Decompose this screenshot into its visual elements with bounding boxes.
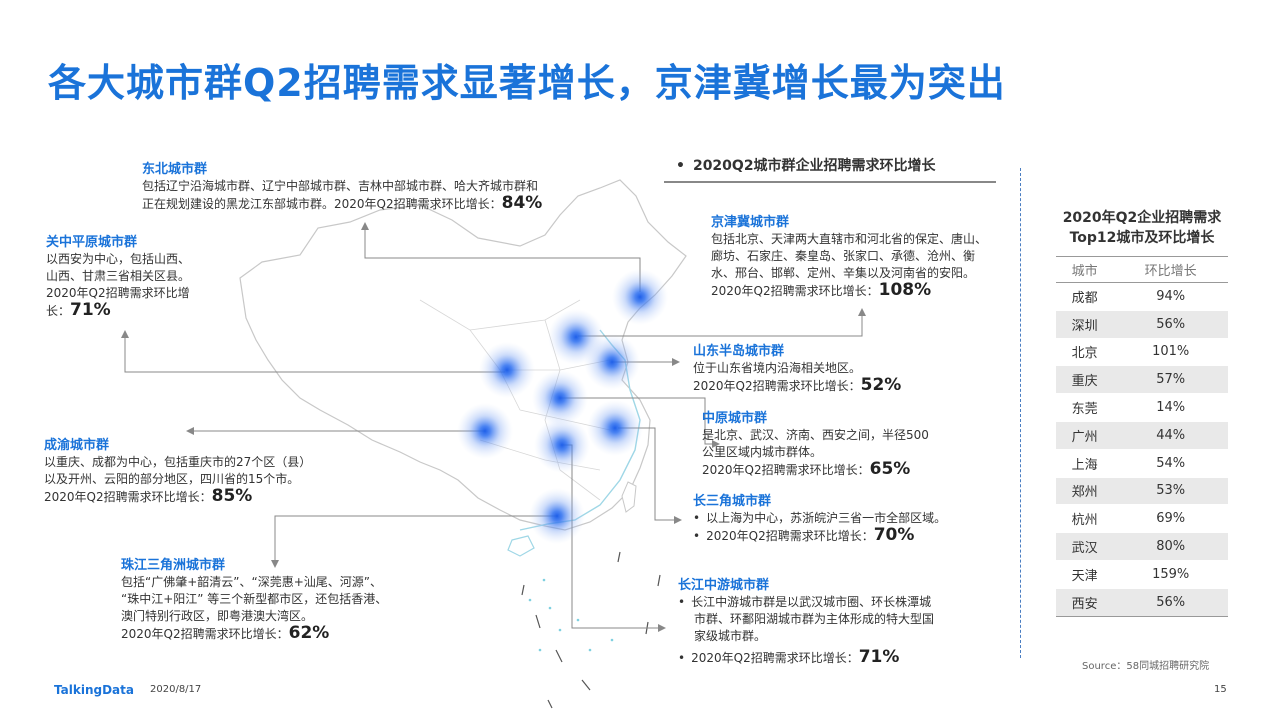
- region-pct: 65%: [869, 459, 911, 479]
- table-row: 广州 44%: [1056, 421, 1228, 450]
- cell-city: 广州: [1056, 421, 1114, 450]
- glow-guanzhong: [479, 342, 535, 398]
- region-pct: 85%: [211, 486, 253, 506]
- table-row: 西安 56%: [1056, 588, 1228, 617]
- table-title: 2020年Q2企业招聘需求 Top12城市及环比增长: [1062, 210, 1222, 246]
- region-dongbei: 东北城市群 包括辽宁沿海城市群、辽宁中部城市群、吉林中部城市群、哈大齐城市群和 …: [142, 161, 542, 213]
- table-row: 北京 101%: [1056, 338, 1228, 367]
- glow-changjiang: [534, 417, 590, 473]
- chart-heading: 2020Q2城市群企业招聘需求环比增长: [664, 155, 996, 183]
- table-header-row: 城市 环比增长: [1056, 256, 1228, 283]
- region-desc: 包括辽宁沿海城市群、辽宁中部城市群、吉林中部城市群、哈大齐城市群和: [142, 179, 539, 193]
- region-pct: 71%: [70, 300, 111, 320]
- region-growth: 正在规划建设的黑龙江东部城市群。2020年Q2招聘需求环比增长：84%: [142, 193, 543, 213]
- region-pct: 62%: [288, 623, 330, 643]
- region-pct: 52%: [860, 375, 902, 395]
- region-name: 长江中游城市群: [678, 578, 770, 593]
- glow-jingjinji: [612, 269, 668, 325]
- south-sea-dots: [528, 578, 614, 652]
- cell-growth: 101%: [1113, 338, 1228, 367]
- cell-city: 上海: [1056, 449, 1114, 478]
- footer-brand: TalkingData: [54, 683, 134, 697]
- region-chengyu: 成渝城市群 以重庆、成都为中心，包括重庆市的27个区（县） 以及开州、云阳的部分…: [44, 438, 312, 506]
- region-changsanjiao: 长三角城市群 以上海为中心，苏浙皖沪三省一市全部区域。 2020年Q2招聘需求环…: [693, 493, 946, 545]
- table-row: 上海 54%: [1056, 449, 1228, 478]
- cell-city: 成都: [1056, 282, 1114, 311]
- cell-city: 西安: [1056, 588, 1114, 617]
- region-zhusanjiao: 珠江三角洲城市群 包括“广佛肇+韶清云”、“深莞惠+汕尾、河源”、 “珠中江+阳…: [121, 558, 388, 643]
- source-note: Source：58同城招聘研究院: [1082, 661, 1210, 672]
- region-shandong: 山东半岛城市群 位于山东省境内沿海相关地区。 2020年Q2招聘需求环比增长：5…: [693, 344, 902, 395]
- cell-growth: 44%: [1113, 421, 1228, 450]
- table-row: 杭州 69%: [1056, 504, 1228, 534]
- glow-changsanjiao: [587, 400, 643, 456]
- region-name: 中原城市群: [702, 411, 768, 426]
- cell-city: 郑州: [1056, 477, 1114, 506]
- cell-city: 天津: [1056, 560, 1114, 589]
- table-row: 东莞 14%: [1056, 393, 1228, 422]
- cell-growth: 56%: [1113, 310, 1228, 339]
- region-guanzhong: 关中平原城市群 以西安为中心，包括山西、 山西、甘肃三省相关区县。 2020年Q…: [46, 235, 191, 320]
- cell-city: 武汉: [1056, 532, 1114, 561]
- cell-growth: 57%: [1113, 365, 1228, 395]
- region-pct: 70%: [873, 525, 915, 545]
- table-row: 成都 94%: [1056, 282, 1228, 311]
- col-city: 城市: [1056, 256, 1114, 283]
- region-name: 东北城市群: [142, 162, 208, 177]
- col-growth: 环比增长: [1113, 256, 1228, 283]
- table-row: 深圳 56%: [1056, 310, 1228, 339]
- cell-growth: 53%: [1113, 477, 1228, 506]
- region-name: 山东半岛城市群: [693, 344, 785, 359]
- table-row: 武汉 80%: [1056, 532, 1228, 561]
- cell-growth: 159%: [1113, 560, 1228, 589]
- region-jingjinji: 京津冀城市群 包括北京、天津两大直辖市和河北省的保定、唐山、 廊坊、石家庄、秦皇…: [711, 215, 988, 300]
- cell-growth: 69%: [1113, 504, 1228, 534]
- cell-city: 杭州: [1056, 504, 1114, 534]
- region-changjiang: 长江中游城市群 长江中游城市群是以武汉城市圈、环长株潭城 市群、环鄱阳湖城市群为…: [678, 577, 934, 667]
- cell-city: 东莞: [1056, 393, 1114, 422]
- glow-shandong: [584, 334, 640, 390]
- region-pct: 84%: [501, 193, 543, 213]
- top12-table: 城市 环比增长 成都 94% 深圳 56% 北京 101% 重庆 57% 东莞 14% 广州 44% 上…: [1056, 256, 1228, 617]
- glow-zhusanjiao: [529, 488, 585, 544]
- region-name: 关中平原城市群: [46, 235, 138, 250]
- cell-growth: 56%: [1113, 588, 1228, 617]
- south-sea-islands: [521, 551, 661, 709]
- table-row: 重庆 57%: [1056, 365, 1228, 395]
- cell-city: 北京: [1056, 338, 1114, 367]
- cell-city: 重庆: [1056, 365, 1114, 395]
- cell-growth: 54%: [1113, 449, 1228, 478]
- cell-growth: 94%: [1113, 282, 1228, 311]
- hainan-island: [507, 535, 535, 557]
- region-pct: 108%: [878, 280, 932, 300]
- footer-date: 2020/8/17: [150, 684, 202, 695]
- cell-growth: 80%: [1113, 532, 1228, 561]
- cell-growth: 14%: [1113, 393, 1228, 422]
- section-divider: [1020, 168, 1021, 658]
- region-zhongyuan: 中原城市群 是北京、武汉、济南、西安之间，半径500 公里区域内城市群体。 20…: [702, 411, 929, 479]
- region-pct: 71%: [858, 647, 900, 667]
- region-name: 成渝城市群: [44, 438, 110, 453]
- region-name: 长三角城市群: [693, 494, 772, 509]
- page-number: 15: [1214, 684, 1227, 695]
- cell-city: 深圳: [1056, 310, 1114, 339]
- table-row: 天津 159%: [1056, 560, 1228, 589]
- region-name: 珠江三角洲城市群: [121, 558, 226, 573]
- glow-chengyu: [457, 403, 513, 459]
- region-name: 京津冀城市群: [711, 215, 790, 230]
- table-row: 郑州 53%: [1056, 477, 1228, 506]
